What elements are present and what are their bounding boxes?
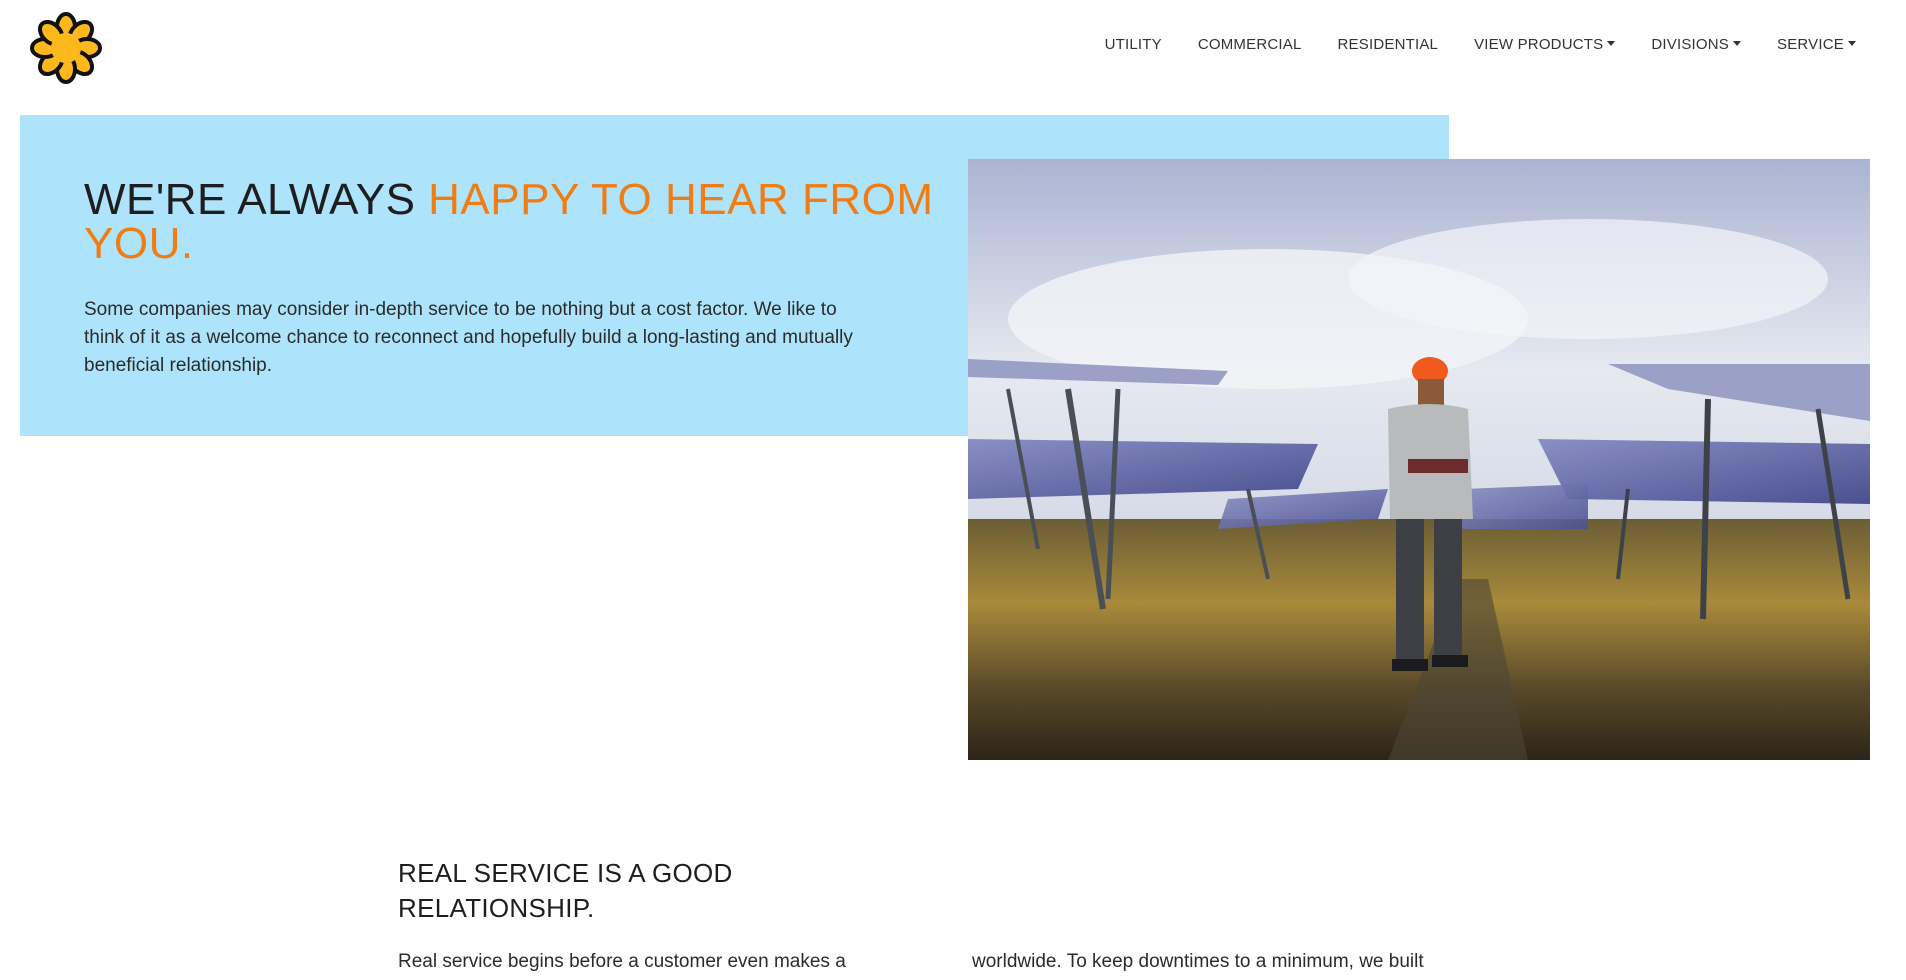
hero-title: WE'RE ALWAYS HAPPY TO HEAR FROM YOU.: [84, 178, 944, 266]
nav-divisions-dropdown[interactable]: DIVISIONS: [1651, 36, 1742, 53]
nav-commercial-label: COMMERCIAL: [1197, 36, 1302, 53]
nav-service-dropdown[interactable]: SERVICE: [1777, 36, 1856, 53]
section-title: REAL SERVICE IS A GOOD RELATIONSHIP.: [398, 858, 733, 923]
nav-view-products-dropdown[interactable]: VIEW PRODUCTS: [1474, 36, 1616, 53]
caret-down-icon: [1733, 41, 1742, 46]
nav-divisions-label: DIVISIONS: [1651, 36, 1730, 53]
nav-utility-label: UTILITY: [1104, 36, 1162, 53]
hero-title-main: WE'RE ALWAYS: [84, 175, 429, 224]
solar-farm-photo: [968, 159, 1870, 760]
nav-residential[interactable]: RESIDENTIAL: [1338, 36, 1439, 53]
caret-down-icon: [1848, 41, 1856, 46]
nav-service-label: SERVICE: [1777, 36, 1844, 53]
flower-logo-icon: [30, 12, 102, 84]
hero-body-text: Some companies may consider in-depth ser…: [84, 299, 853, 376]
nav-commercial[interactable]: COMMERCIAL: [1198, 36, 1302, 53]
logo[interactable]: [28, 10, 104, 86]
nav-residential-label: RESIDENTIAL: [1337, 36, 1439, 53]
caret-down-icon: [1607, 41, 1616, 46]
nav-view-products-label: VIEW PRODUCTS: [1474, 36, 1604, 53]
nav-utility[interactable]: UTILITY: [1105, 36, 1162, 53]
section-text-left: Real service begins before a customer ev…: [398, 951, 846, 972]
main-nav: UTILITY COMMERCIAL RESIDENTIAL VIEW PROD…: [1105, 36, 1856, 53]
section-text-right: worldwide. To keep downtimes to a minimu…: [972, 951, 1424, 972]
